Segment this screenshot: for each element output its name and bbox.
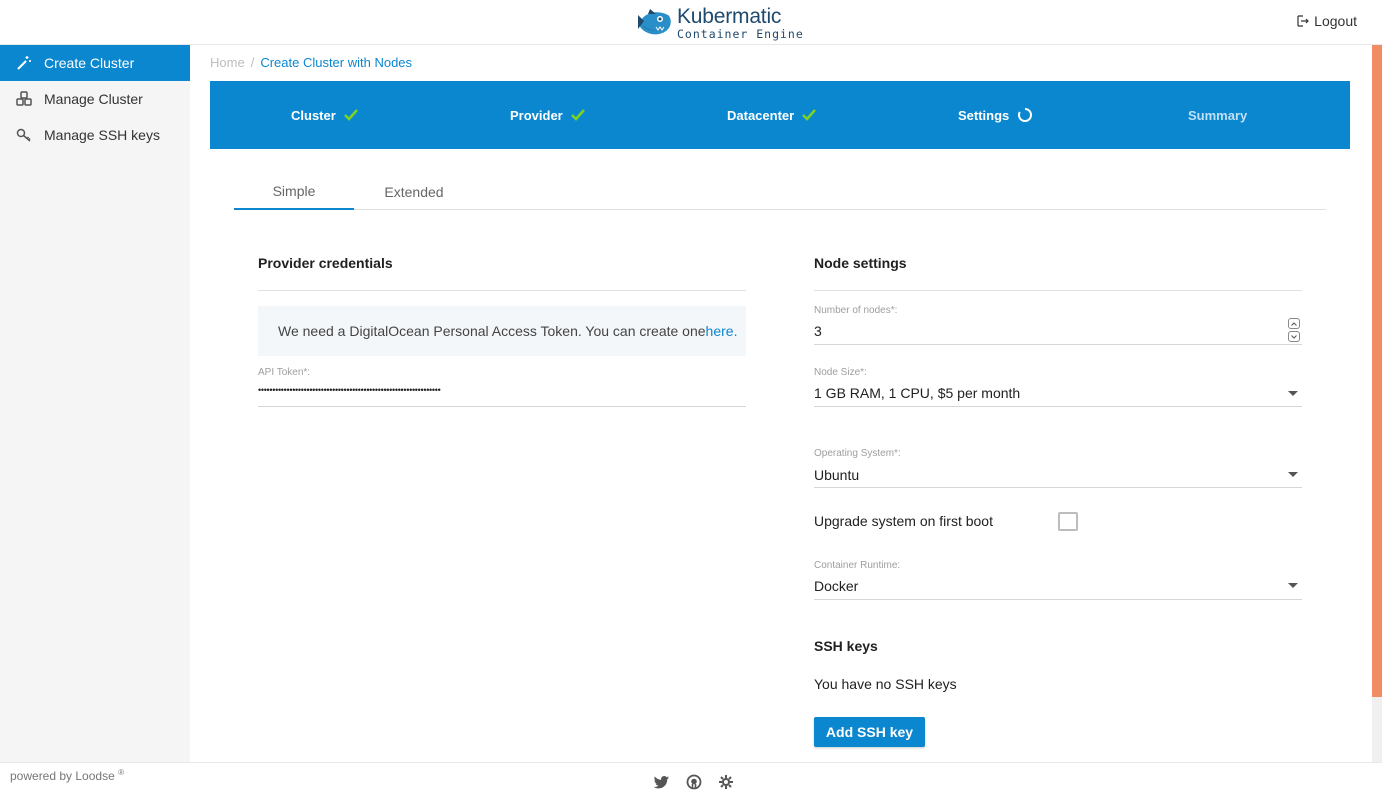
logo-name: Kubermatic xyxy=(677,4,782,28)
sidebar-item-manage-ssh-keys[interactable]: Manage SSH keys xyxy=(0,117,190,153)
node-count-field[interactable]: Number of nodes*: 3 xyxy=(814,305,1302,345)
tab-label: Simple xyxy=(272,183,316,199)
container-runtime-select[interactable]: Container Runtime: Docker xyxy=(814,560,1302,600)
step-summary[interactable]: Summary xyxy=(1188,81,1247,149)
container-runtime-value: Docker xyxy=(814,578,859,594)
node-count-stepper[interactable] xyxy=(1288,318,1301,342)
node-size-select[interactable]: Node Size*: 1 GB RAM, 1 CPU, $5 per mont… xyxy=(814,367,1302,407)
step-provider[interactable]: Provider xyxy=(510,81,585,149)
step-label: Cluster xyxy=(291,107,336,123)
powered-by[interactable]: powered by Loodse ® xyxy=(10,768,124,783)
token-info-link[interactable]: here. xyxy=(706,323,738,339)
registered-mark: ® xyxy=(118,768,124,777)
container-runtime-label: Container Runtime: xyxy=(814,560,901,571)
operating-system-value: Ubuntu xyxy=(814,467,860,483)
dropdown-arrow-icon xyxy=(1288,391,1298,396)
settings-tabs: Simple Extended xyxy=(234,174,1326,210)
step-label: Settings xyxy=(958,107,1010,123)
tab-extended[interactable]: Extended xyxy=(354,174,474,210)
divider xyxy=(814,290,1302,291)
tab-label: Extended xyxy=(384,184,444,200)
sidebar: Create Cluster Manage Cluster Manage SSH… xyxy=(0,45,190,762)
sidebar-item-label: Manage SSH keys xyxy=(44,127,160,143)
increment-button[interactable] xyxy=(1288,318,1300,329)
decrement-button[interactable] xyxy=(1288,331,1300,342)
field-underline xyxy=(814,487,1302,488)
step-label: Datacenter xyxy=(727,107,795,123)
dropdown-arrow-icon xyxy=(1288,472,1298,477)
add-ssh-key-button[interactable]: Add SSH key xyxy=(814,717,925,747)
checkmark-icon xyxy=(343,109,358,121)
spinner-icon xyxy=(1018,108,1033,122)
operating-system-label: Operating System*: xyxy=(814,448,901,459)
github-icon[interactable] xyxy=(686,774,702,790)
logout-button[interactable]: Logout xyxy=(1297,13,1357,29)
checkmark-icon xyxy=(802,109,817,121)
field-underline xyxy=(258,406,746,407)
breadcrumb-home[interactable]: Home xyxy=(210,55,245,70)
upgrade-system-checkbox[interactable] xyxy=(1058,512,1078,531)
breadcrumb-separator: / xyxy=(250,55,255,70)
top-bar: Kubermatic Container Engine Logout xyxy=(0,0,1382,45)
powered-by-text: powered by Loodse xyxy=(10,769,115,783)
kubermatic-fish-icon xyxy=(638,9,671,35)
step-datacenter[interactable]: Datacenter xyxy=(727,81,817,149)
footer-social-links xyxy=(653,774,734,790)
node-count-label: Number of nodes*: xyxy=(814,305,898,316)
upgrade-system-label: Upgrade system on first boot xyxy=(814,513,993,529)
node-settings-title: Node settings xyxy=(814,255,907,271)
node-size-value: 1 GB RAM, 1 CPU, $5 per month xyxy=(814,385,1021,401)
sidebar-item-manage-cluster[interactable]: Manage Cluster xyxy=(0,81,190,117)
api-token-label: API Token*: xyxy=(258,367,311,378)
sidebar-item-create-cluster[interactable]: Create Cluster xyxy=(0,45,190,81)
tab-simple[interactable]: Simple xyxy=(234,174,354,210)
step-label: Provider xyxy=(510,107,563,123)
sidebar-item-label: Create Cluster xyxy=(44,55,135,71)
provider-credentials-title: Provider credentials xyxy=(258,255,393,271)
wizard-stepper: Cluster Provider Datacenter Settings Sum… xyxy=(210,81,1350,149)
step-label: Summary xyxy=(1188,107,1248,123)
checkmark-icon xyxy=(570,109,585,121)
logout-label: Logout xyxy=(1314,13,1357,29)
node-size-label: Node Size*: xyxy=(814,367,867,378)
token-info-text: We need a DigitalOcean Personal Access T… xyxy=(278,323,706,339)
kubermatic-logo[interactable]: Kubermatic Container Engine xyxy=(636,4,804,42)
divider xyxy=(258,290,746,291)
scrollbar-thumb[interactable] xyxy=(1372,45,1382,697)
step-settings[interactable]: Settings xyxy=(958,81,1033,149)
cubes-icon xyxy=(16,91,32,106)
logout-icon xyxy=(1297,15,1310,27)
breadcrumb: Home / Create Cluster with Nodes xyxy=(210,55,412,70)
step-cluster[interactable]: Cluster xyxy=(291,81,358,149)
breadcrumb-current: Create Cluster with Nodes xyxy=(260,55,413,70)
ssh-keys-empty-text: You have no SSH keys xyxy=(814,676,957,692)
field-underline xyxy=(814,406,1302,407)
sidebar-item-label: Manage Cluster xyxy=(44,91,143,107)
page-scrollbar[interactable] xyxy=(1372,45,1382,762)
chevron-up-icon xyxy=(1291,321,1297,326)
field-underline xyxy=(814,599,1302,600)
key-icon xyxy=(16,128,31,142)
settings-gear-icon[interactable] xyxy=(718,774,734,790)
node-count-input[interactable]: 3 xyxy=(814,323,822,339)
token-info-box: We need a DigitalOcean Personal Access T… xyxy=(258,306,746,356)
api-token-input[interactable]: ••••••••••••••••••••••••••••••••••••••••… xyxy=(258,385,441,395)
dropdown-arrow-icon xyxy=(1288,583,1298,588)
logo-subtitle: Container Engine xyxy=(677,26,804,41)
ssh-keys-title: SSH keys xyxy=(814,638,878,654)
operating-system-select[interactable]: Operating System*: Ubuntu xyxy=(814,448,1302,488)
chevron-down-icon xyxy=(1291,334,1297,339)
field-underline xyxy=(814,344,1302,345)
wand-icon xyxy=(17,56,31,70)
twitter-icon[interactable] xyxy=(653,774,670,790)
api-token-field[interactable]: API Token*: ••••••••••••••••••••••••••••… xyxy=(258,367,746,407)
